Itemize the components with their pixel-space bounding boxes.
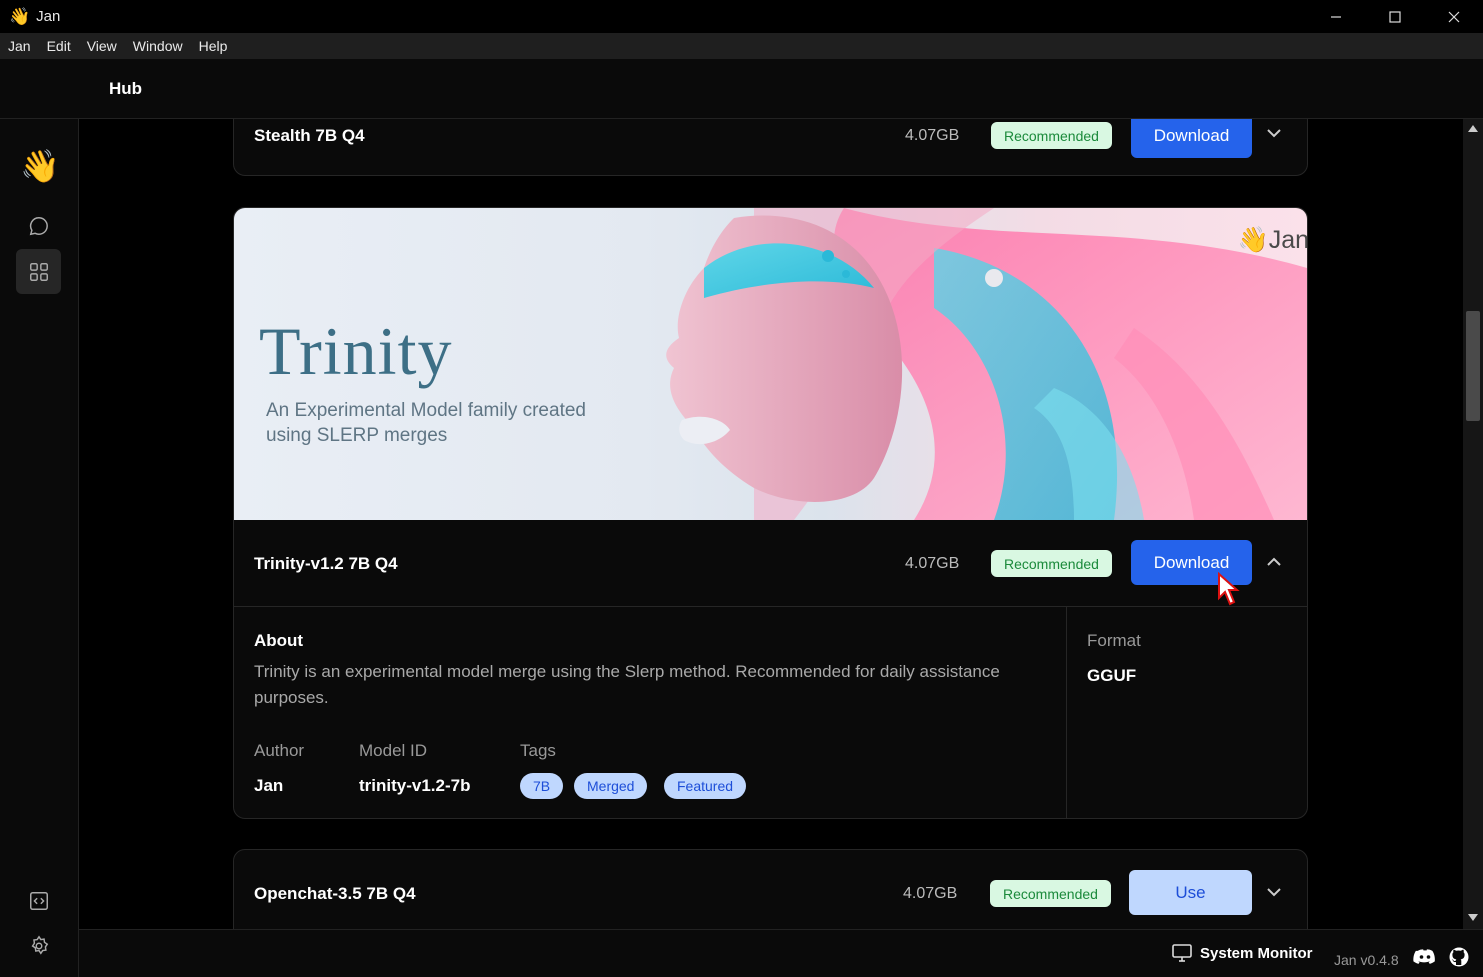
model-details: About Trinity is an experimental model m… <box>234 606 1307 818</box>
model-row[interactable]: Trinity-v1.2 7B Q4 4.07GB Recommended Do… <box>234 520 1307 606</box>
close-button[interactable] <box>1424 0 1483 33</box>
menu-bar: Jan Edit View Window Help <box>0 33 1483 59</box>
tag-merged: Merged <box>574 773 648 799</box>
banner-logo: 👋Jan <box>1238 226 1307 255</box>
model-name: Trinity-v1.2 7B Q4 <box>254 554 398 573</box>
hub-content: Stealth 7B Q4 4.07GB Recommended Downloa… <box>80 119 1463 929</box>
app-wave-icon: 👋 <box>9 6 31 26</box>
model-details-main: About Trinity is an experimental model m… <box>234 607 1067 818</box>
window-title: Jan <box>36 8 61 25</box>
github-icon[interactable] <box>1449 947 1469 967</box>
tag-featured: Featured <box>664 773 747 799</box>
system-monitor-button[interactable]: System Monitor <box>1172 944 1313 962</box>
model-name: Openchat-3.5 7B Q4 <box>254 884 416 903</box>
scroll-thumb[interactable] <box>1466 311 1480 421</box>
settings-gear-icon[interactable] <box>16 923 61 968</box>
menu-edit[interactable]: Edit <box>47 38 71 54</box>
model-size: 4.07GB <box>903 885 958 902</box>
page-title: Hub <box>109 79 143 98</box>
status-bar: System Monitor Jan v0.4.8 <box>79 929 1483 977</box>
menu-view[interactable]: View <box>87 38 117 54</box>
jan-logo-icon: 👋 <box>20 148 60 184</box>
model-row[interactable]: Stealth 7B Q4 4.07GB Recommended Downloa… <box>234 119 1307 175</box>
monitor-icon <box>1172 944 1192 962</box>
model-card-openchat: Openchat-3.5 7B Q4 4.07GB Recommended Us… <box>233 849 1308 929</box>
recommended-badge: Recommended <box>991 550 1112 577</box>
model-card-trinity: Trinity An Experimental Model family cre… <box>233 207 1308 819</box>
author-label: Author <box>254 741 305 760</box>
model-name: Stealth 7B Q4 <box>254 126 365 145</box>
use-button[interactable]: Use <box>1129 870 1252 915</box>
wave-hand-icon: 👋 <box>1237 226 1269 254</box>
model-size: 4.07GB <box>905 555 960 572</box>
menu-jan[interactable]: Jan <box>8 38 31 54</box>
minimize-button[interactable] <box>1306 0 1365 33</box>
vertical-scrollbar[interactable] <box>1463 119 1483 929</box>
banner-title: Trinity <box>259 313 453 389</box>
model-size: 4.07GB <box>905 127 960 144</box>
model-banner-image: Trinity An Experimental Model family cre… <box>234 208 1307 520</box>
author-value: Jan <box>254 776 284 795</box>
menu-window[interactable]: Window <box>133 38 183 54</box>
model-id-value: trinity-v1.2-7b <box>359 776 471 795</box>
scroll-down-arrow-icon[interactable] <box>1468 914 1478 921</box>
page-header: Hub <box>0 59 1483 119</box>
api-server-icon[interactable] <box>16 878 61 923</box>
format-value: GGUF <box>1087 666 1137 685</box>
chevron-up-icon[interactable] <box>1264 552 1284 572</box>
version-label: Jan v0.4.8 <box>1334 952 1399 968</box>
hub-grid-icon[interactable] <box>16 249 61 294</box>
menu-help[interactable]: Help <box>199 38 228 54</box>
chevron-down-icon[interactable] <box>1264 123 1284 143</box>
window-controls <box>1306 0 1483 33</box>
model-card-stealth: Stealth 7B Q4 4.07GB Recommended Downloa… <box>233 119 1308 176</box>
title-bar: 👋 Jan <box>0 0 1483 33</box>
system-monitor-label: System Monitor <box>1200 944 1313 962</box>
tags-label: Tags <box>520 741 556 760</box>
about-label: About <box>254 631 304 650</box>
discord-icon[interactable] <box>1413 948 1437 966</box>
model-id-label: Model ID <box>359 741 428 760</box>
format-label: Format <box>1087 631 1141 650</box>
banner-logo-text: Jan <box>1268 226 1307 254</box>
sidebar: 👋 <box>0 119 79 977</box>
recommended-badge: Recommended <box>990 880 1111 907</box>
model-row[interactable]: Openchat-3.5 7B Q4 4.07GB Recommended Us… <box>234 850 1307 929</box>
about-text: Trinity is an experimental model merge u… <box>254 662 1000 707</box>
chevron-down-icon[interactable] <box>1264 882 1284 902</box>
tag-7b: 7B <box>520 773 564 799</box>
scroll-up-arrow-icon[interactable] <box>1468 125 1478 132</box>
banner-subtitle: An Experimental Model family created usi… <box>266 400 586 446</box>
mouse-cursor-icon <box>1218 572 1240 606</box>
chat-icon[interactable] <box>16 203 61 248</box>
download-button[interactable]: Download <box>1131 119 1252 158</box>
recommended-badge: Recommended <box>991 122 1112 149</box>
maximize-button[interactable] <box>1365 0 1424 33</box>
